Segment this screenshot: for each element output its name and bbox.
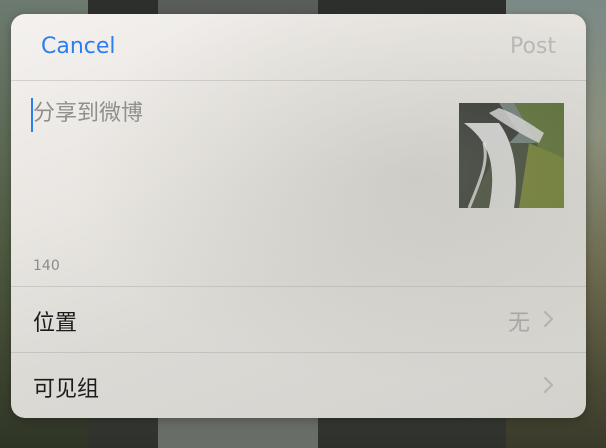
chevron-right-icon xyxy=(543,310,554,328)
post-text-input[interactable]: 分享到微博 xyxy=(33,99,433,239)
cancel-button[interactable]: Cancel xyxy=(41,34,116,59)
location-label: 位置 xyxy=(33,311,78,336)
visibility-label: 可见组 xyxy=(33,377,100,402)
attachment-thumbnail[interactable] xyxy=(459,103,564,208)
waterfall-photo-icon xyxy=(459,103,564,208)
share-sheet: Cancel Post 分享到微博 140 位置 无 可见组 xyxy=(11,14,586,418)
visibility-row[interactable]: 可见组 xyxy=(11,352,586,418)
location-row[interactable]: 位置 无 xyxy=(11,286,586,352)
compose-area[interactable]: 分享到微博 140 xyxy=(11,81,586,286)
share-sheet-header: Cancel Post xyxy=(11,14,586,81)
chevron-right-icon xyxy=(543,376,554,394)
character-count: 140 xyxy=(33,258,60,274)
location-value: 无 xyxy=(507,311,530,336)
post-button[interactable]: Post xyxy=(510,34,556,59)
